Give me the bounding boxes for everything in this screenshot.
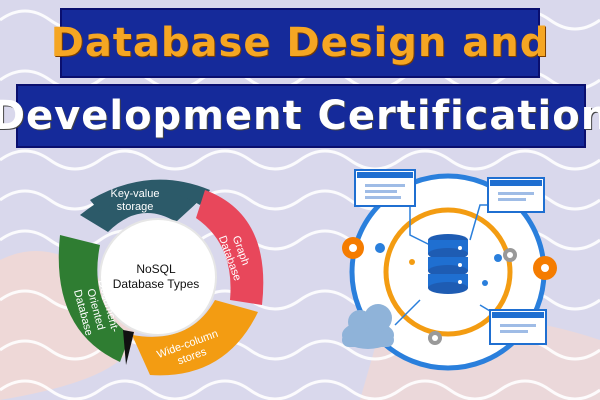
database-icon <box>428 234 468 294</box>
network-illustration <box>342 169 557 371</box>
cloud-icon <box>342 304 394 349</box>
